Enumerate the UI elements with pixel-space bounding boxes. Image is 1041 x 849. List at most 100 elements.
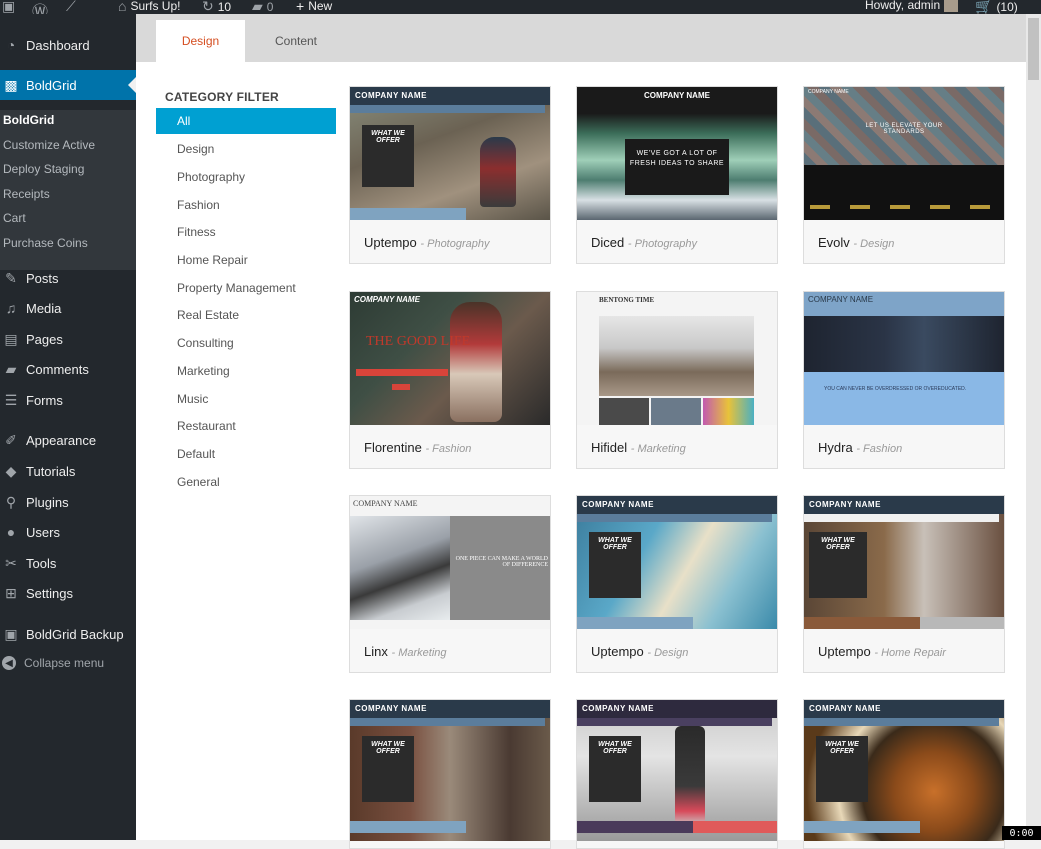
site-name: Surfs Up! xyxy=(130,0,181,13)
category-all[interactable]: All xyxy=(156,108,336,134)
plus-icon: + xyxy=(296,0,305,14)
category-fitness[interactable]: Fitness xyxy=(156,219,336,245)
main-content: Design Content CATEGORY FILTER All Desig… xyxy=(136,14,1041,849)
comment-icon: ▰ xyxy=(5,360,17,377)
submenu-receipts[interactable]: Receipts xyxy=(3,187,50,201)
theme-category-text: Home Repair xyxy=(881,647,946,659)
preview-header: COMPANY NAME xyxy=(350,700,550,718)
scrollbar[interactable] xyxy=(1026,14,1041,840)
my-account-link[interactable]: Howdy, admin xyxy=(865,0,959,12)
category-music[interactable]: Music xyxy=(156,386,336,412)
category-design[interactable]: Design xyxy=(156,136,336,162)
pin-icon: ✎ xyxy=(5,269,17,286)
avatar xyxy=(944,0,959,12)
menu-posts[interactable]: ✎ Posts xyxy=(0,263,136,293)
menu-boldgrid[interactable]: ▩ BoldGrid xyxy=(0,70,136,100)
theme-card-uptempo-photography[interactable]: COMPANY NAME WHAT WE OFFER Uptempo - Pho… xyxy=(349,86,551,264)
theme-preview: COMPANY NAME WE'VE GOT A LOT OF FRESH ID… xyxy=(577,87,777,220)
user-icon: ● xyxy=(6,524,16,540)
submenu-customize-active[interactable]: Customize Active xyxy=(3,138,95,152)
menu-forms[interactable]: ☰ Forms xyxy=(0,385,136,415)
theme-preview: COMPANY NAME WHAT WE OFFER xyxy=(350,87,550,220)
preview-navbar xyxy=(804,514,999,522)
category-filter-title: CATEGORY FILTER xyxy=(165,90,279,104)
collapse-menu-button[interactable]: ◀ Collapse menu xyxy=(2,656,104,670)
theme-card-uptempo-home-repair[interactable]: COMPANY NAME WHAT WE OFFER Uptempo - Hom… xyxy=(803,495,1005,673)
cart-link[interactable]: 🛒 (10) xyxy=(975,0,1018,15)
menu-comments[interactable]: ▰ Comments xyxy=(0,354,136,384)
wordpress-menu[interactable]: ▣ xyxy=(2,0,15,15)
menu-label: BoldGrid xyxy=(26,77,77,93)
category-home-repair[interactable]: Home Repair xyxy=(156,247,336,273)
category-restaurant[interactable]: Restaurant xyxy=(156,413,336,439)
dashboard-icon: ◔ xyxy=(6,37,16,53)
tab-content[interactable]: Content xyxy=(254,20,338,62)
preview-navbar xyxy=(350,718,545,726)
tab-design[interactable]: Design xyxy=(156,20,245,62)
new-content-link[interactable]: + New xyxy=(296,0,332,14)
submenu-cart[interactable]: Cart xyxy=(3,211,26,225)
graduation-cap-icon: ◆ xyxy=(5,462,17,479)
theme-card-row4-3[interactable]: COMPANY NAME WHAT WE OFFER xyxy=(803,699,1005,849)
menu-label: Comments xyxy=(26,361,89,377)
preview-header: COMPANY NAME xyxy=(644,91,710,100)
menu-plugins[interactable]: ⚲ Plugins xyxy=(0,487,136,517)
menu-tools[interactable]: ✂ Tools xyxy=(0,548,136,578)
category-consulting[interactable]: Consulting xyxy=(156,330,336,356)
refresh-icon: ↻ xyxy=(202,0,214,14)
preview-header: COMPANY NAME xyxy=(353,499,418,508)
menu-appearance[interactable]: ✐ Appearance xyxy=(0,425,136,455)
theme-card-hydra[interactable]: COMPANY NAME YOU CAN NEVER BE OVERDRESSE… xyxy=(803,291,1005,469)
category-general[interactable]: General xyxy=(156,469,336,495)
menu-label: Tutorials xyxy=(26,463,76,479)
preview-quote: YOU CAN NEVER BE OVERDRESSED OR OVEREDUC… xyxy=(824,386,967,392)
cart-count: (10) xyxy=(996,0,1018,14)
category-fashion[interactable]: Fashion xyxy=(156,192,336,218)
theme-category: - Photography xyxy=(627,238,697,250)
theme-category-text: Photography xyxy=(634,238,697,250)
preview-offer-box: WHAT WE OFFER xyxy=(362,125,414,187)
category-property-management[interactable]: Property Management xyxy=(156,275,336,301)
category-default[interactable]: Default xyxy=(156,441,336,467)
menu-users[interactable]: ● Users xyxy=(0,517,136,547)
theme-card-diced[interactable]: COMPANY NAME WE'VE GOT A LOT OF FRESH ID… xyxy=(576,86,778,264)
menu-dashboard[interactable]: ◔ Dashboard xyxy=(0,30,136,60)
menu-boldgrid-backup[interactable]: ▣ BoldGrid Backup xyxy=(0,619,136,649)
theme-card-row4-2[interactable]: COMPANY NAME WHAT WE OFFER xyxy=(576,699,778,849)
submenu-deploy-staging[interactable]: Deploy Staging xyxy=(3,162,84,176)
collapse-arrow-icon: ◀ xyxy=(2,656,16,670)
menu-label: Pages xyxy=(26,331,63,347)
theme-card-hifidel[interactable]: BENTONG TIME Hifidel - Marketing xyxy=(576,291,778,469)
menu-settings[interactable]: ⊞ Settings xyxy=(0,578,136,608)
category-photography[interactable]: Photography xyxy=(156,164,336,190)
comments-link[interactable]: ▰ 0 xyxy=(252,0,273,15)
submenu-boldgrid[interactable]: BoldGrid xyxy=(3,113,54,127)
category-marketing[interactable]: Marketing xyxy=(156,358,336,384)
category-real-estate[interactable]: Real Estate xyxy=(156,302,336,328)
updates-link[interactable]: ↻ 10 xyxy=(202,0,231,15)
theme-title: Diced - Photography xyxy=(591,235,697,250)
menu-pages[interactable]: ▤ Pages xyxy=(0,324,136,354)
theme-card-linx[interactable]: COMPANY NAME ONE PIECE CAN MAKE A WORLD … xyxy=(349,495,551,673)
theme-title: Uptempo - Home Repair xyxy=(818,644,946,659)
theme-card-florentine[interactable]: COMPANY NAME THE GOOD LIFE Florentine - … xyxy=(349,291,551,469)
scrollbar-thumb[interactable] xyxy=(1028,18,1039,80)
preview-gold-text xyxy=(810,205,998,209)
preview-headline: LET US ELEVATE YOUR STANDARDS xyxy=(865,123,943,135)
theme-card-uptempo-design[interactable]: COMPANY NAME WHAT WE OFFER Uptempo - Des… xyxy=(576,495,778,673)
preview-tile-2 xyxy=(651,398,701,425)
media-icon: ♫ xyxy=(5,300,17,316)
theme-card-row4-1[interactable]: COMPANY NAME WHAT WE OFFER xyxy=(349,699,551,849)
site-name-link[interactable]: ⌂ Surfs Up! xyxy=(118,0,180,14)
theme-card-evolv[interactable]: COMPANY NAME LET US ELEVATE YOUR STANDAR… xyxy=(803,86,1005,264)
menu-tutorials[interactable]: ◆ Tutorials xyxy=(0,456,136,486)
theme-category-text: Fashion xyxy=(432,443,472,455)
theme-name: Florentine xyxy=(364,440,422,455)
preview-headline: THE GOOD LIFE xyxy=(366,334,471,349)
theme-category: - Fashion xyxy=(856,443,903,455)
menu-media[interactable]: ♫ Media xyxy=(0,293,136,323)
boldgrid-menu[interactable]: ⟋ xyxy=(66,0,76,15)
comments-count: 0 xyxy=(266,0,274,14)
theme-title: Hifidel - Marketing xyxy=(591,440,686,455)
submenu-purchase-coins[interactable]: Purchase Coins xyxy=(3,236,88,250)
